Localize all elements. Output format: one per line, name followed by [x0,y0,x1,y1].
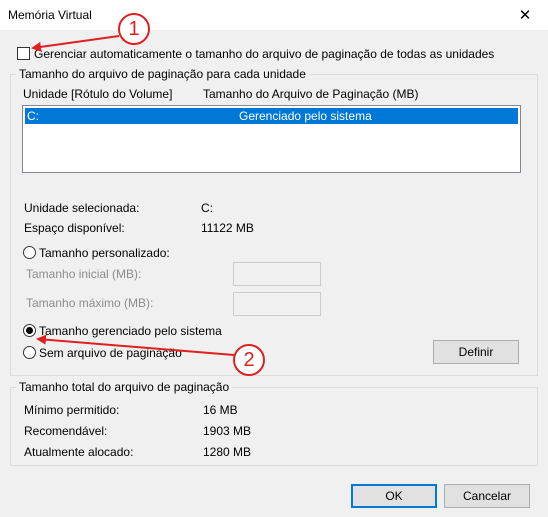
annotation-callout-1: 1 [118,13,150,45]
annotation-arrow-1 [31,35,120,52]
annotation-arrows [31,35,235,356]
annotation-callout-2: 2 [233,344,265,376]
annotation-arrow-2 [36,334,235,356]
